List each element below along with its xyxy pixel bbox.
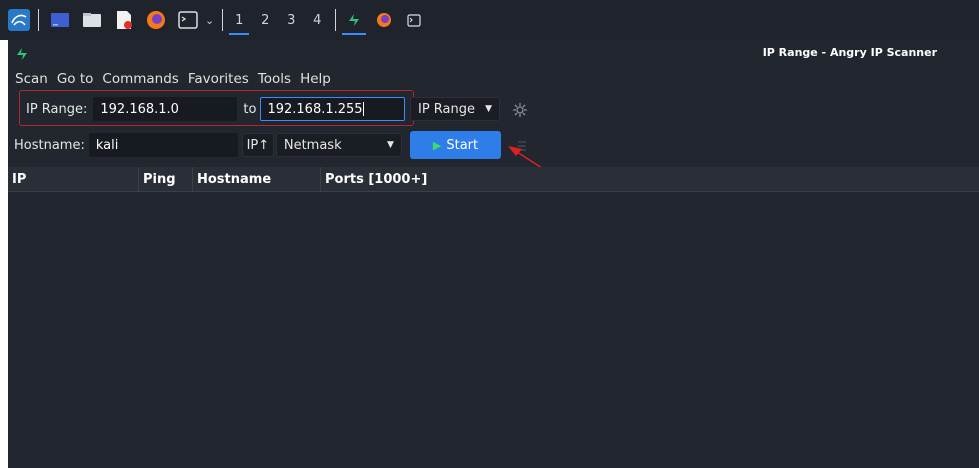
play-icon: ▶	[432, 138, 442, 152]
gear-icon[interactable]	[512, 102, 528, 118]
ip-range-end-input[interactable]: 192.168.1.255	[260, 97, 406, 121]
workspace-4[interactable]: 4	[307, 5, 327, 35]
terminal-icon[interactable]	[177, 9, 199, 31]
taskbar: ⌄ 1 2 3 4	[0, 0, 979, 40]
ip-button-label: IP↑	[246, 137, 270, 153]
angry-ip-scanner-icon	[349, 14, 360, 26]
column-ports[interactable]: Ports [1000+]	[321, 167, 521, 192]
workspace-2[interactable]: 2	[255, 5, 275, 35]
chevron-down-icon[interactable]: ⌄	[205, 14, 214, 27]
menu-scan[interactable]: Scan	[15, 71, 48, 87]
files-icon[interactable]	[81, 9, 103, 31]
taskbar-separator	[335, 9, 337, 31]
feeder-select[interactable]: IP Range ▼	[410, 97, 500, 121]
hostname-label: Hostname:	[14, 137, 85, 153]
running-app-firefox[interactable]	[372, 5, 396, 35]
ip-range-start-value: 192.168.1.0	[100, 101, 179, 117]
hostname-row: Hostname: kali IP↑ Netmask ▼	[14, 133, 402, 157]
menu-goto[interactable]: Go to	[57, 71, 94, 87]
ip-lookup-button[interactable]: IP↑	[241, 133, 274, 157]
title-bar: IP Range - Angry IP Scanner	[8, 40, 979, 67]
taskbar-separator	[38, 9, 39, 31]
firefox-icon[interactable]	[145, 9, 167, 31]
ip-range-start-input[interactable]: 192.168.1.0	[93, 97, 238, 121]
kali-menu-icon[interactable]	[8, 9, 30, 31]
taskbar-separator	[222, 9, 224, 31]
ip-range-label: IP Range:	[26, 101, 88, 117]
results-table-header: IP Ping Hostname Ports [1000+]	[8, 167, 979, 192]
terminal-icon	[407, 13, 421, 27]
running-app-terminal[interactable]	[402, 5, 426, 35]
chevron-down-icon: ▼	[485, 104, 492, 114]
column-ip[interactable]: IP	[8, 167, 139, 192]
netmask-select-value: Netmask	[283, 137, 342, 153]
text-editor-icon[interactable]	[113, 9, 135, 31]
hostname-input[interactable]: kali	[88, 133, 238, 157]
menu-commands[interactable]: Commands	[102, 71, 178, 87]
ip-range-end-value: 192.168.1.255	[267, 101, 363, 117]
hostname-value: kali	[95, 137, 119, 153]
window-icon[interactable]	[49, 9, 71, 31]
workspace-1[interactable]: 1	[229, 5, 250, 35]
text-cursor	[362, 102, 364, 116]
menu-favorites[interactable]: Favorites	[188, 71, 249, 87]
ip-range-row: IP Range: 192.168.1.0 to 192.168.1.255	[26, 97, 406, 121]
column-ping[interactable]: Ping	[139, 167, 193, 192]
to-label: to	[243, 101, 257, 117]
start-button-label: Start	[446, 137, 479, 153]
running-app-angry-ip-scanner[interactable]	[342, 5, 367, 35]
app-window: IP Range - Angry IP Scanner Scan Go to C…	[8, 40, 979, 468]
angry-ip-scanner-icon	[17, 47, 27, 60]
menu-tools[interactable]: Tools	[258, 71, 291, 87]
menu-bar: Scan Go to Commands Favorites Tools Help	[8, 67, 979, 91]
results-table-body[interactable]	[8, 192, 979, 468]
workspace-3[interactable]: 3	[281, 5, 301, 35]
netmask-select[interactable]: Netmask ▼	[275, 133, 402, 157]
chevron-down-icon: ▼	[386, 140, 394, 150]
start-button[interactable]: ▶ Start	[410, 131, 501, 159]
window-title: IP Range - Angry IP Scanner	[762, 46, 937, 59]
feeder-select-value: IP Range	[418, 101, 476, 117]
column-hostname[interactable]: Hostname	[193, 167, 321, 192]
menu-help[interactable]: Help	[300, 71, 331, 87]
firefox-icon	[377, 13, 392, 27]
